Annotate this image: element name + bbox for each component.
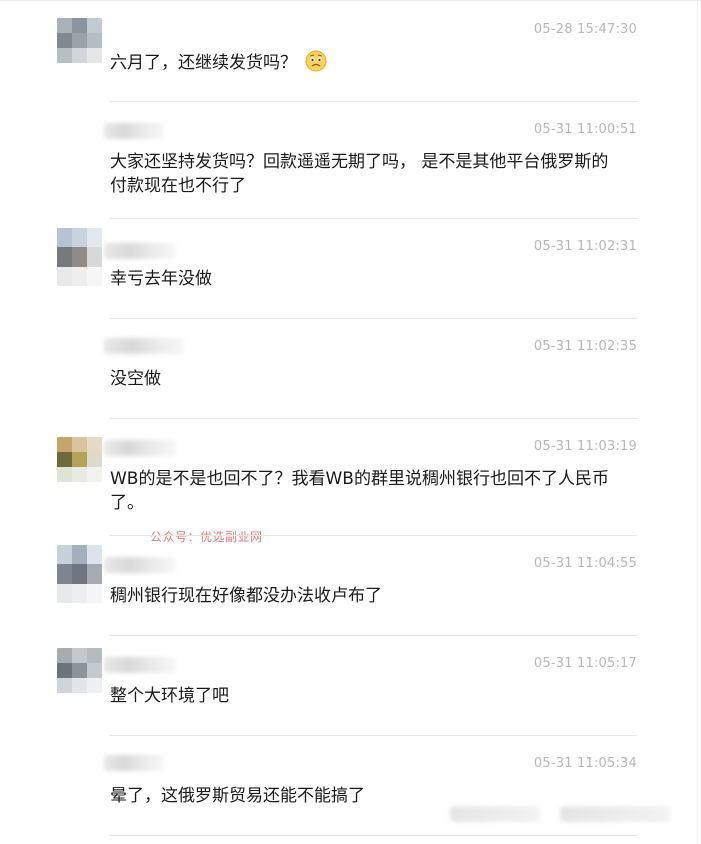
comment-timestamp: 05-31 11:00:51: [533, 122, 637, 137]
comment-divider: [110, 735, 637, 736]
comment-divider: [110, 835, 637, 836]
username-redacted: [104, 243, 176, 259]
avatar[interactable]: [57, 228, 102, 286]
avatar[interactable]: [57, 437, 102, 482]
comment-text: 幸亏去年没做: [110, 269, 212, 289]
comment-timestamp: 05-28 15:47:30: [533, 22, 637, 37]
comment-thread: 05-28 15:47:30 六月了，还继续发货吗？ 05-31 11:00:5…: [0, 0, 701, 844]
watermark: 公众号：优选副业网: [150, 530, 263, 544]
comment-divider: [110, 418, 637, 419]
avatar[interactable]: [57, 648, 102, 693]
comment-text: 没空做: [110, 369, 161, 389]
comment-text: 稠州银行现在好像都没办法收卢布了: [110, 586, 382, 606]
comment-divider: [110, 635, 637, 636]
comment-timestamp: 05-31 11:02:31: [533, 239, 637, 254]
comment-text: 六月了，还继续发货吗？: [110, 50, 615, 75]
comment-divider: [110, 218, 637, 219]
comment-timestamp: 05-31 11:05:17: [533, 656, 637, 671]
comment-timestamp: 05-31 11:05:34: [533, 756, 637, 771]
username-redacted: [104, 755, 164, 771]
worried-face-icon: [305, 50, 327, 72]
comment-divider: [110, 101, 637, 102]
comment-timestamp: 05-31 11:04:55: [533, 556, 637, 571]
comment-text: 晕了，这俄罗斯贸易还能不能搞了: [110, 786, 365, 806]
top-divider: [0, 0, 701, 1]
username-redacted: [104, 440, 176, 456]
comment-text-content: 六月了，还继续发货吗？: [110, 53, 297, 73]
comment-timestamp: 05-31 11:03:19: [533, 439, 637, 454]
comment-divider: [110, 318, 637, 319]
scroll-edge: [697, 0, 698, 844]
comment-divider: [110, 535, 637, 536]
username-redacted: [104, 557, 176, 573]
comment-text: 大家还坚持发货吗？回款遥遥无期了吗， 是不是其他平台俄罗斯的付款现在也不行了: [110, 152, 609, 196]
redacted-area: [560, 806, 670, 822]
username-redacted: [104, 123, 164, 139]
redacted-area: [450, 806, 540, 822]
username-redacted: [104, 657, 176, 673]
comment-timestamp: 05-31 11:02:35: [533, 339, 637, 354]
comment-text: 整个大环境了吧: [110, 686, 229, 706]
comment-text: WB的是不是也回不了？我看WB的群里说稠州银行也回不了人民币了。: [110, 469, 609, 513]
avatar[interactable]: [57, 545, 102, 603]
username-redacted: [104, 338, 184, 354]
avatar[interactable]: [57, 18, 102, 63]
